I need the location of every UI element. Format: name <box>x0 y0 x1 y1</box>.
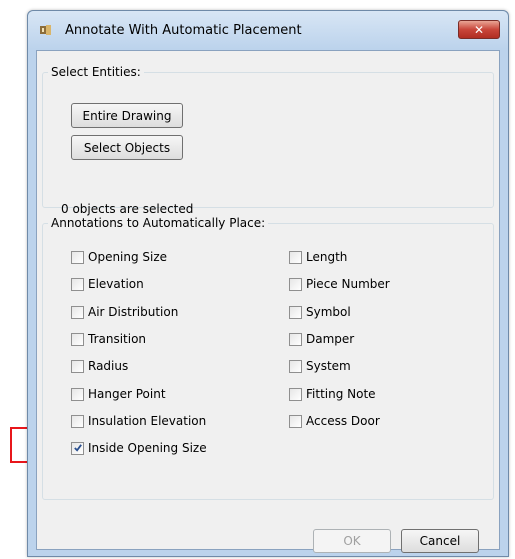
checkbox-access-door[interactable]: Access Door <box>289 414 380 428</box>
close-button[interactable]: ✕ <box>458 20 500 39</box>
checkbox-unchecked-icon[interactable] <box>289 387 302 401</box>
checkbox-opening-size[interactable]: Opening Size <box>71 250 167 264</box>
checkbox-unchecked-icon[interactable] <box>71 250 84 264</box>
checkbox-unchecked-icon[interactable] <box>289 305 302 319</box>
checkbox-label: Elevation <box>88 277 144 291</box>
checkbox-label: Damper <box>306 332 355 346</box>
selection-status-text: 0 objects are selected <box>61 202 194 216</box>
checkbox-damper[interactable]: Damper <box>289 332 354 346</box>
entire-drawing-button[interactable]: Entire Drawing <box>71 103 183 128</box>
cancel-button[interactable]: Cancel <box>401 529 479 553</box>
select-objects-button[interactable]: Select Objects <box>71 135 183 160</box>
checkbox-unchecked-icon[interactable] <box>71 414 84 428</box>
checkbox-label: Air Distribution <box>88 305 179 319</box>
checkbox-unchecked-icon[interactable] <box>289 359 302 373</box>
checkbox-unchecked-icon[interactable] <box>289 250 302 264</box>
checkbox-piece-number[interactable]: Piece Number <box>289 277 390 291</box>
checkbox-length[interactable]: Length <box>289 250 347 264</box>
checkbox-label: Inside Opening Size <box>88 441 207 455</box>
checkbox-unchecked-icon[interactable] <box>289 277 302 291</box>
select-entities-group: Select Entities: Entire Drawing Select O… <box>42 65 494 216</box>
checkbox-label: Length <box>306 250 348 264</box>
annotations-legend: Annotations to Automatically Place: <box>48 216 269 230</box>
checkbox-unchecked-icon[interactable] <box>289 414 302 428</box>
checkbox-symbol[interactable]: Symbol <box>289 305 351 319</box>
checkbox-unchecked-icon[interactable] <box>71 305 84 319</box>
checkbox-label: Access Door <box>306 414 380 428</box>
ok-button[interactable]: OK <box>313 529 391 553</box>
checkbox-label: Opening Size <box>88 250 168 264</box>
window-title: Annotate With Automatic Placement <box>65 23 302 38</box>
checkbox-fitting-note[interactable]: Fitting Note <box>289 387 376 401</box>
checkbox-label: Fitting Note <box>306 387 376 401</box>
checkbox-unchecked-icon[interactable] <box>71 387 84 401</box>
checkmark-icon <box>73 444 82 452</box>
checkbox-label: Radius <box>88 359 129 373</box>
checkbox-transition[interactable]: Transition <box>71 332 146 346</box>
annotations-group: Annotations to Automatically Place: Open… <box>42 216 494 500</box>
checkbox-label: Piece Number <box>306 277 390 291</box>
checkbox-label: Transition <box>88 332 147 346</box>
checkbox-unchecked-icon[interactable] <box>289 332 302 346</box>
checkbox-hanger-point[interactable]: Hanger Point <box>71 387 166 401</box>
title-bar[interactable]: Annotate With Automatic Placement ✕ <box>28 11 508 49</box>
checkbox-system[interactable]: System <box>289 359 351 373</box>
checkbox-label: System <box>306 359 351 373</box>
checkbox-label: Insulation Elevation <box>88 414 207 428</box>
checkbox-insulation-elevation[interactable]: Insulation Elevation <box>71 414 206 428</box>
app-icon <box>40 25 51 35</box>
checkbox-unchecked-icon[interactable] <box>71 277 84 291</box>
dialog-window: Annotate With Automatic Placement ✕ Sele… <box>27 10 509 557</box>
close-icon: ✕ <box>473 22 485 37</box>
checkbox-elevation[interactable]: Elevation <box>71 277 144 291</box>
dialog-client-area: Select Entities: Entire Drawing Select O… <box>36 50 500 553</box>
checkbox-unchecked-icon[interactable] <box>71 359 84 373</box>
checkbox-label: Symbol <box>306 305 351 319</box>
checkbox-air-distribution[interactable]: Air Distribution <box>71 305 178 319</box>
checkbox-label: Hanger Point <box>88 387 166 401</box>
checkbox-inside-opening-size[interactable]: Inside Opening Size <box>71 441 207 455</box>
checkbox-checked-icon[interactable] <box>71 441 84 455</box>
select-entities-legend: Select Entities: <box>48 65 144 79</box>
checkbox-unchecked-icon[interactable] <box>71 332 84 346</box>
checkbox-radius[interactable]: Radius <box>71 359 128 373</box>
